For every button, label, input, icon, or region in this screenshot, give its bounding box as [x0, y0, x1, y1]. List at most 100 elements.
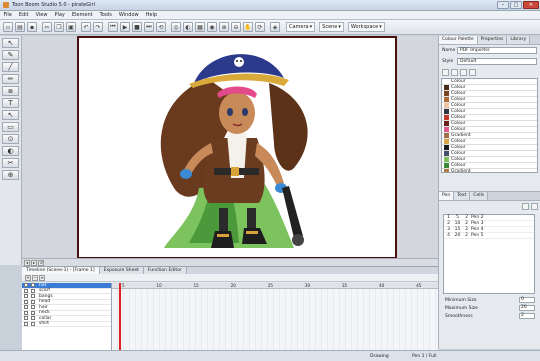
layer-visibility-checkbox[interactable]	[24, 294, 28, 299]
colour-swatch[interactable]: Gradient	[442, 169, 537, 172]
menu-edit[interactable]: Edit	[15, 12, 32, 18]
brush-tool-icon[interactable]: ✎	[2, 50, 19, 60]
workspace-dropdown[interactable]: Workspace ▾	[347, 22, 385, 32]
onion-skin-icon[interactable]: ◎	[171, 22, 181, 32]
palette-style-dropdown[interactable]: Default	[457, 58, 537, 65]
layer-lock-checkbox[interactable]	[31, 310, 35, 315]
light-table-icon[interactable]: ◐	[183, 22, 193, 32]
remove-layer-icon[interactable]: −	[32, 274, 38, 281]
tab-cells[interactable]: Cells	[470, 192, 489, 200]
layer-options-icon[interactable]: ≡	[39, 274, 45, 281]
tab-colour-palette[interactable]: Colour Palette	[439, 36, 478, 44]
tab-exposure-sheet[interactable]: Exposure Sheet	[99, 267, 144, 274]
close-button[interactable]: ✕	[523, 1, 539, 9]
add-colour-icon[interactable]	[442, 69, 449, 76]
layer-visibility-checkbox[interactable]	[24, 299, 28, 304]
delete-pen-icon[interactable]	[531, 203, 538, 210]
min-size-field[interactable]: 0	[519, 297, 535, 303]
palette-name-dropdown[interactable]: PDF Importer	[457, 47, 537, 54]
maximize-button[interactable]: □	[510, 1, 522, 9]
pen-row[interactable]: 4 20 2 Pen 5	[444, 233, 534, 239]
layer-visibility-checkbox[interactable]	[24, 305, 28, 310]
tab-pen[interactable]: Pen	[439, 192, 455, 200]
cut-icon[interactable]: ✂	[42, 22, 52, 32]
ellipse-tool-icon[interactable]: ⊙	[2, 134, 19, 144]
layer-lock-checkbox[interactable]	[31, 299, 35, 304]
scene-dropdown[interactable]: Scene ▾	[319, 22, 344, 32]
camera-dropdown[interactable]: Camera ▾	[286, 22, 316, 32]
open-folder-icon[interactable]: ▤	[15, 22, 25, 32]
menu-tools[interactable]: Tools	[96, 12, 115, 18]
menu-window[interactable]: Window	[115, 12, 142, 18]
stage-scrollbar[interactable]: ◂ ▸ ↺	[22, 258, 438, 266]
new-scene-icon[interactable]: ▫	[3, 22, 13, 32]
redo-icon[interactable]: ↷	[93, 22, 103, 32]
undo-icon[interactable]: ↶	[81, 22, 91, 32]
layer-lock-checkbox[interactable]	[31, 316, 35, 321]
cutter-tool-icon[interactable]: ✂	[2, 158, 19, 168]
title-bar: Toon Boom Studio 5.0 - pirateGirl – □ ✕	[0, 0, 540, 11]
layer-lock-checkbox[interactable]	[31, 283, 35, 288]
layer-lock-checkbox[interactable]	[31, 294, 35, 299]
arrow-left-icon[interactable]: ◂	[24, 259, 30, 266]
stop-icon[interactable]: ■	[132, 22, 142, 32]
layer-visibility-checkbox[interactable]	[24, 283, 28, 288]
arrow-right-icon[interactable]: ▸	[31, 259, 37, 266]
menu-view[interactable]: View	[32, 12, 51, 18]
menu-help[interactable]: Help	[142, 12, 160, 18]
max-size-field[interactable]: 20	[519, 305, 535, 311]
menu-play[interactable]: Play	[51, 12, 68, 18]
layer-visibility-checkbox[interactable]	[24, 316, 28, 321]
add-layer-icon[interactable]: +	[25, 274, 31, 281]
layer-visibility-checkbox[interactable]	[24, 310, 28, 315]
drawing-stage[interactable]	[22, 36, 438, 266]
zoom-tool-icon[interactable]: ⊕	[2, 170, 19, 180]
dropper-tool-icon[interactable]: ◐	[2, 146, 19, 156]
save-icon[interactable]: ▪	[27, 22, 37, 32]
layer-row[interactable]: shirt	[22, 321, 111, 327]
minimize-button[interactable]: –	[497, 1, 509, 9]
pen-cell-b: 15	[454, 227, 461, 232]
layer-visibility-checkbox[interactable]	[24, 321, 28, 326]
new-pen-icon[interactable]	[522, 203, 529, 210]
pencil-tool-icon[interactable]: ╱	[2, 62, 19, 72]
tab-timeline[interactable]: Timeline (Scene-1) - [Frame 1]	[22, 267, 100, 274]
zoom-in-icon[interactable]: ⊕	[219, 22, 229, 32]
copy-icon[interactable]: ❐	[54, 22, 64, 32]
drawing-canvas[interactable]	[77, 36, 397, 259]
text-tool-icon[interactable]: T	[2, 98, 19, 108]
delete-colour-icon[interactable]	[460, 69, 467, 76]
rotate-left-icon[interactable]: ↺	[38, 259, 44, 266]
layer-lock-checkbox[interactable]	[31, 321, 35, 326]
playhead[interactable]	[119, 283, 121, 351]
play-icon[interactable]: ▶	[120, 22, 130, 32]
tab-text[interactable]: Text	[454, 192, 471, 200]
rectangle-tool-icon[interactable]: ▭	[2, 122, 19, 132]
eraser-tool-icon[interactable]: ✏	[2, 74, 19, 84]
layer-lock-checkbox[interactable]	[31, 305, 35, 310]
menu-file[interactable]: File	[0, 12, 15, 18]
add-gradient-icon[interactable]	[451, 69, 458, 76]
zoom-out-icon[interactable]: ⊖	[231, 22, 241, 32]
tab-properties[interactable]: Properties	[477, 36, 508, 44]
camera-view-icon[interactable]: ◉	[207, 22, 217, 32]
tab-function-editor[interactable]: Function Editor	[143, 267, 187, 274]
frame-grid[interactable]: 5 10 15 20 25 30 35 40 45	[112, 283, 438, 351]
layer-lock-checkbox[interactable]	[31, 288, 35, 293]
grid-icon[interactable]: ▦	[195, 22, 205, 32]
paste-icon[interactable]: ▣	[66, 22, 76, 32]
paint-tool-icon[interactable]: ⧈	[2, 86, 19, 96]
select-tool-icon[interactable]: ↖	[2, 38, 19, 48]
contour-editor-icon[interactable]: ↖	[2, 110, 19, 120]
layer-visibility-checkbox[interactable]	[24, 288, 28, 293]
first-frame-icon[interactable]: ⏮	[108, 22, 118, 32]
render-icon[interactable]: ◈	[270, 22, 280, 32]
menu-element[interactable]: Element	[68, 12, 96, 18]
palette-options-icon[interactable]	[469, 69, 476, 76]
loop-icon[interactable]: ⟲	[156, 22, 166, 32]
last-frame-icon[interactable]: ⏭	[144, 22, 154, 32]
tab-library[interactable]: Library	[507, 36, 531, 44]
hand-tool-icon[interactable]: ✋	[243, 22, 253, 32]
rotate-view-icon[interactable]: ⟳	[255, 22, 265, 32]
smoothness-field[interactable]: 2	[519, 313, 535, 319]
